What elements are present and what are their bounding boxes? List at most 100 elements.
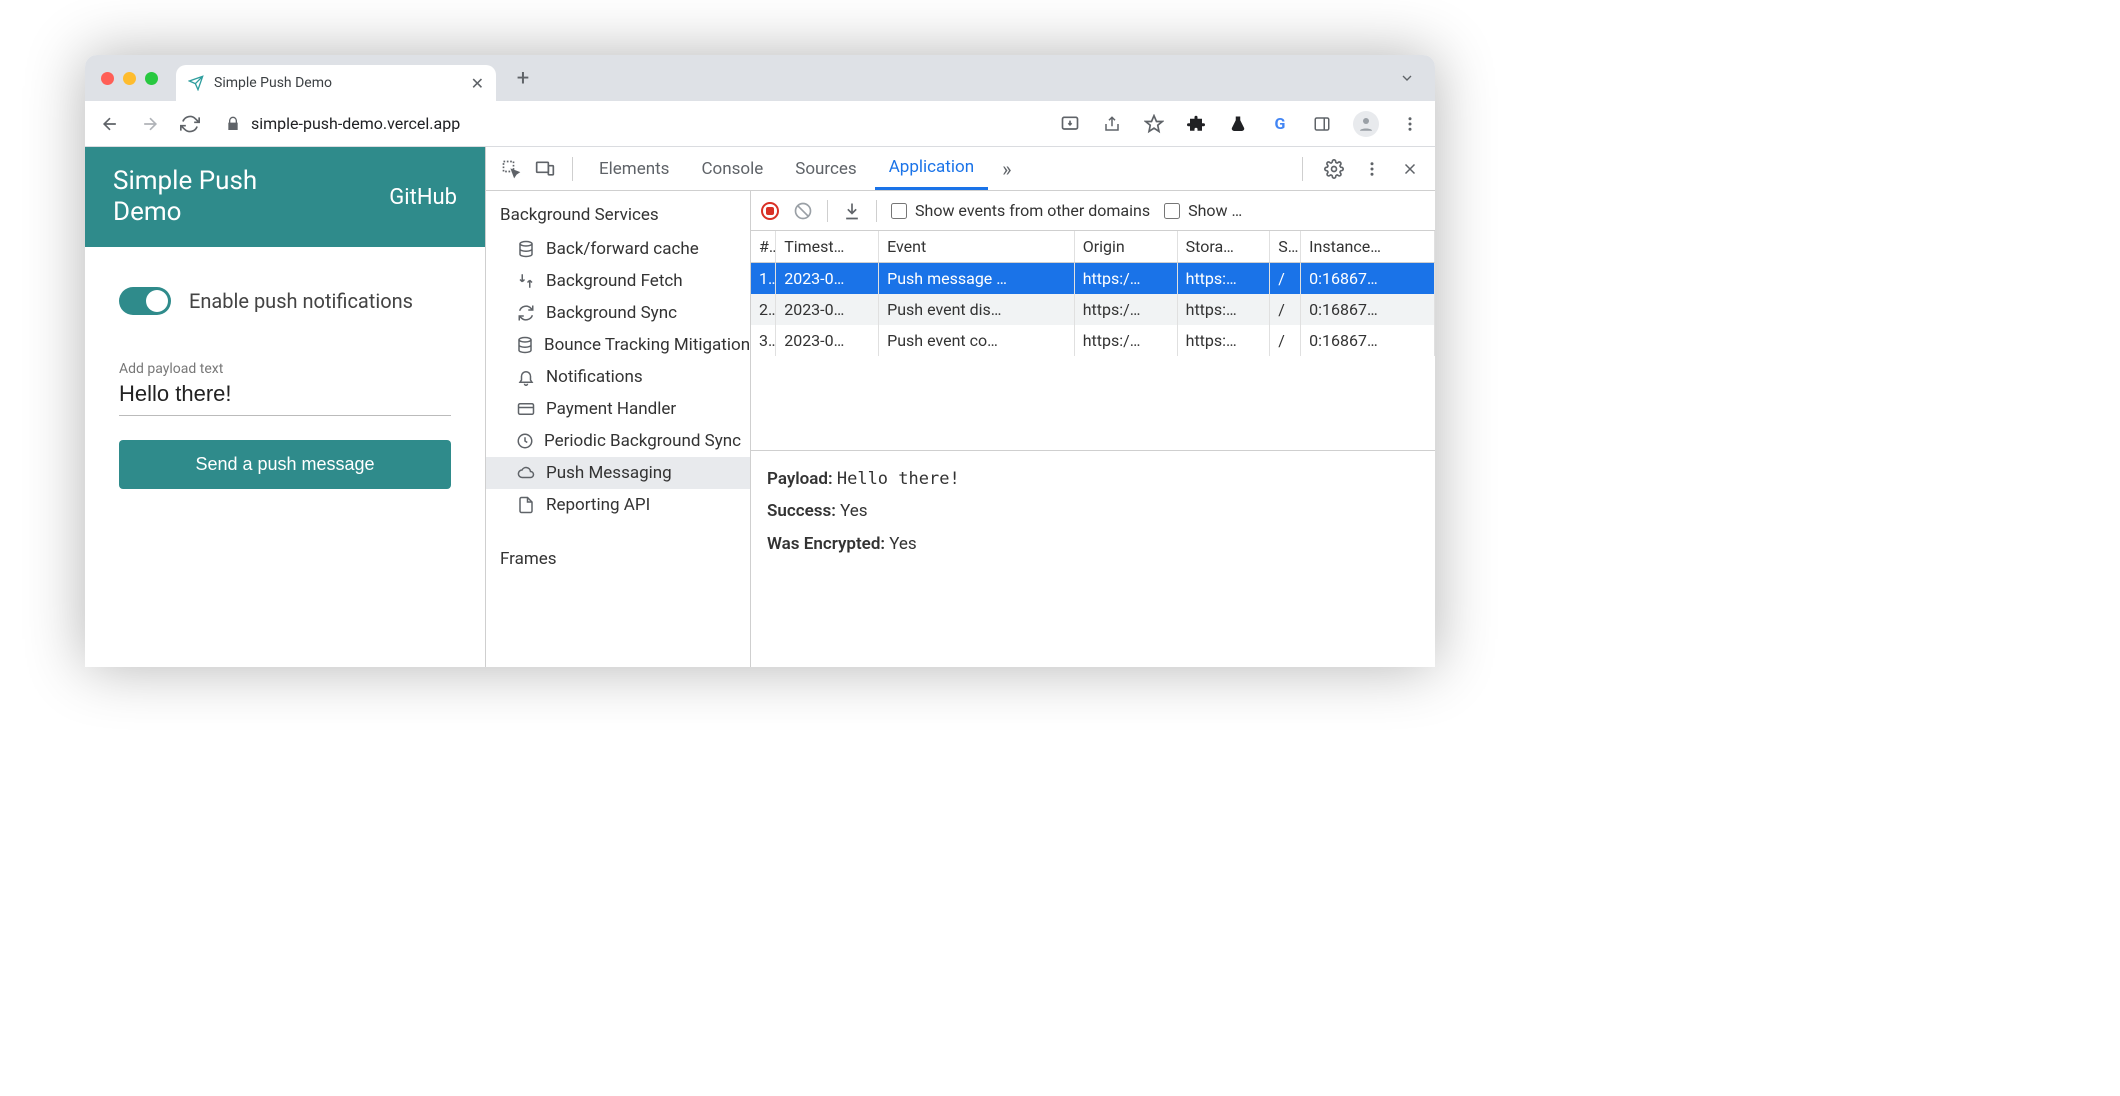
card-icon	[516, 400, 536, 418]
profile-avatar[interactable]	[1353, 111, 1379, 137]
forward-button[interactable]	[139, 113, 161, 135]
extensions-icon[interactable]	[1185, 113, 1207, 135]
device-toggle-icon[interactable]	[530, 159, 560, 179]
new-tab-button[interactable]: +	[508, 66, 538, 91]
sidebar-item[interactable]: Push Messaging	[486, 457, 750, 489]
detail-payload-label: Payload:	[767, 469, 833, 489]
side-panel-icon[interactable]	[1311, 113, 1333, 135]
table-header-cell[interactable]: Stora…	[1177, 231, 1270, 263]
table-cell: 0:16867…	[1301, 263, 1435, 295]
download-icon[interactable]	[842, 201, 862, 221]
install-icon[interactable]	[1059, 113, 1081, 135]
table-header-cell[interactable]: Timest…	[776, 231, 879, 263]
chevron-down-icon[interactable]	[1399, 70, 1415, 86]
menu-kebab-icon[interactable]	[1399, 113, 1421, 135]
sidebar-item-label: Payment Handler	[546, 399, 676, 419]
maximize-window-button[interactable]	[145, 72, 158, 85]
url-text: simple-push-demo.vercel.app	[251, 114, 460, 133]
table-header-cell[interactable]: #	[751, 231, 776, 263]
events-table[interactable]: #Timest…EventOriginStora…S..Instance… 1.…	[751, 231, 1435, 451]
sidebar-item[interactable]: Bounce Tracking Mitigations	[486, 329, 750, 361]
table-header-cell[interactable]: Event	[879, 231, 1075, 263]
window-controls	[101, 72, 158, 85]
tab-sources[interactable]: Sources	[781, 147, 870, 190]
divider	[1302, 157, 1303, 181]
detail-encrypted-label: Was Encrypted:	[767, 534, 885, 554]
sidebar-item[interactable]: Background Sync	[486, 297, 750, 329]
star-icon[interactable]	[1143, 113, 1165, 135]
toolbar-right: G	[1059, 111, 1421, 137]
show-other-domains-checkbox[interactable]: Show events from other domains	[891, 201, 1150, 220]
table-row[interactable]: 1.2023-0…Push message …https:/…https:…/0…	[751, 263, 1435, 295]
table-cell: https:…	[1177, 263, 1270, 295]
sidebar-item[interactable]: Back/forward cache	[486, 233, 750, 265]
back-button[interactable]	[99, 113, 121, 135]
bell-icon	[516, 368, 536, 386]
google-icon[interactable]: G	[1269, 113, 1291, 135]
share-icon[interactable]	[1101, 113, 1123, 135]
table-cell: 1.	[751, 263, 776, 295]
sidebar-item[interactable]: Notifications	[486, 361, 750, 393]
payload-input[interactable]	[119, 377, 451, 407]
page-content: Simple Push Demo GitHub Enable push noti…	[85, 147, 485, 667]
sidebar-item[interactable]: Payment Handler	[486, 393, 750, 425]
sidebar-item[interactable]: Periodic Background Sync	[486, 425, 750, 457]
send-push-button[interactable]: Send a push message	[119, 440, 451, 489]
clear-icon[interactable]	[793, 201, 813, 221]
events-toolbar: Show events from other domains Show …	[751, 191, 1435, 231]
divider	[572, 157, 573, 181]
database-icon	[516, 240, 536, 258]
table-header-cell[interactable]: Origin	[1074, 231, 1177, 263]
divider	[827, 200, 828, 222]
checkbox-input[interactable]	[1164, 203, 1180, 219]
address-bar[interactable]: simple-push-demo.vercel.app	[219, 114, 1041, 133]
tab-title: Simple Push Demo	[214, 75, 332, 91]
table-cell: https:…	[1177, 325, 1270, 356]
sidebar-item-label: Background Fetch	[546, 271, 683, 291]
reload-button[interactable]	[179, 113, 201, 135]
inspect-icon[interactable]	[496, 159, 526, 179]
table-cell: 2023-0…	[776, 294, 879, 325]
payload-field[interactable]: Add payload text	[119, 355, 451, 416]
tab-console[interactable]: Console	[687, 147, 777, 190]
clock-icon	[516, 432, 534, 450]
devtools-kebab-icon[interactable]	[1357, 160, 1387, 178]
toggle-label: Enable push notifications	[189, 288, 413, 314]
settings-gear-icon[interactable]	[1319, 159, 1349, 179]
table-cell: 2023-0…	[776, 325, 879, 356]
record-button[interactable]	[761, 202, 779, 220]
github-link[interactable]: GitHub	[389, 185, 457, 210]
push-toggle[interactable]	[119, 287, 171, 315]
table-header-row: #Timest…EventOriginStora…S..Instance…	[751, 231, 1435, 263]
sidebar-item-label: Notifications	[546, 367, 643, 387]
devtools-close-icon[interactable]	[1395, 160, 1425, 178]
devtools-sidebar: Background Services Back/forward cacheBa…	[486, 191, 751, 667]
detail-success-label: Success:	[767, 501, 836, 521]
labs-icon[interactable]	[1227, 113, 1249, 135]
table-cell: https:/…	[1074, 325, 1177, 356]
detail-payload-value: Hello there!	[837, 469, 960, 489]
table-cell: 3.	[751, 325, 776, 356]
close-window-button[interactable]	[101, 72, 114, 85]
arrows-icon	[516, 272, 536, 290]
table-header-cell[interactable]: Instance…	[1301, 231, 1435, 263]
tab-application[interactable]: Application	[875, 147, 988, 190]
checkbox-input[interactable]	[891, 203, 907, 219]
sidebar-item[interactable]: Reporting API	[486, 489, 750, 521]
sidebar-item-label: Push Messaging	[546, 463, 672, 483]
sidebar-item-label: Bounce Tracking Mitigations	[544, 335, 750, 355]
show-truncated-checkbox[interactable]: Show …	[1164, 201, 1242, 220]
table-cell: https:…	[1177, 294, 1270, 325]
detail-encrypted-value: Yes	[889, 534, 916, 554]
table-row[interactable]: 2.2023-0…Push event dis…https:/…https:…/…	[751, 294, 1435, 325]
browser-tab[interactable]: Simple Push Demo ✕	[176, 65, 496, 101]
minimize-window-button[interactable]	[123, 72, 136, 85]
tab-elements[interactable]: Elements	[585, 147, 683, 190]
table-row[interactable]: 3.2023-0…Push event co…https:/…https:…/0…	[751, 325, 1435, 356]
table-cell: 0:16867…	[1301, 325, 1435, 356]
table-header-cell[interactable]: S..	[1270, 231, 1301, 263]
close-tab-icon[interactable]: ✕	[471, 74, 484, 93]
tabs-overflow-icon[interactable]: »	[992, 157, 1021, 181]
table-cell: 2.	[751, 294, 776, 325]
sidebar-item[interactable]: Background Fetch	[486, 265, 750, 297]
